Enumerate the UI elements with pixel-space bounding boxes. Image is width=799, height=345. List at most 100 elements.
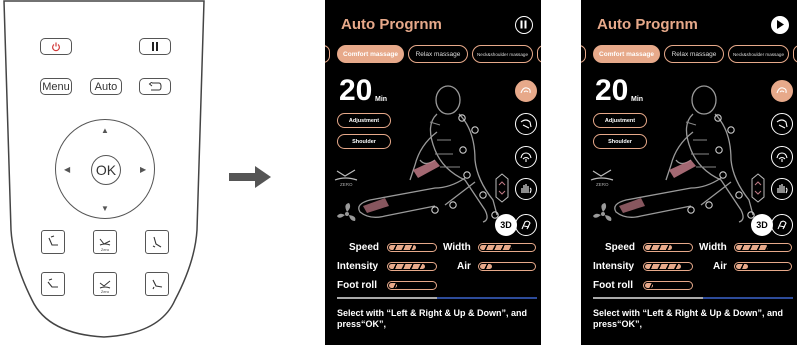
roller-mode-2-button[interactable] <box>771 113 793 135</box>
progress-fill <box>337 297 437 299</box>
tab-neck-shoulder-massage[interactable]: Neck&shoulder massage <box>472 45 533 63</box>
program-tabs: Comfort massage Relax massage Neck&shoul… <box>325 45 541 63</box>
intensity-label: Intensity <box>337 261 379 272</box>
play-pause-button[interactable] <box>515 16 533 34</box>
slider-fill <box>645 264 682 269</box>
roller-mode-4-button[interactable] <box>771 178 793 200</box>
foot-roll-slider[interactable] <box>387 281 437 290</box>
legrest-up-button[interactable] <box>145 230 169 254</box>
3d-button[interactable]: 3D <box>751 214 773 236</box>
backrest-up-button[interactable] <box>41 230 65 254</box>
recline-icon <box>48 235 58 246</box>
intensity-label: Intensity <box>593 261 635 272</box>
tapping-icon <box>776 119 788 129</box>
pause-icon <box>520 20 527 29</box>
foot-roll-slider[interactable] <box>643 281 693 290</box>
massage-chair-illustration <box>334 85 499 223</box>
auto-button[interactable]: Auto <box>90 78 122 95</box>
power-icon <box>52 42 60 51</box>
program-tabs: Comfort massage Relax massage Neck&shoul… <box>581 45 797 63</box>
roller-mode-1-button[interactable] <box>771 80 793 102</box>
ok-button[interactable]: OK <box>91 155 121 185</box>
rolling-icon <box>776 152 788 162</box>
3d-button[interactable]: 3D <box>495 214 517 236</box>
roller-mode-1-button[interactable] <box>515 80 537 102</box>
roller-mode-5-button[interactable] <box>771 214 793 236</box>
hand-icon <box>777 184 788 194</box>
roller-mode-3-button[interactable] <box>771 146 793 168</box>
foot-roll-label: Foot roll <box>337 280 377 291</box>
speed-slider[interactable] <box>643 243 693 252</box>
fan-icon <box>593 203 612 221</box>
kneading-icon <box>776 87 787 94</box>
instruction-text: Select with “Left & Right & Up & Down”, … <box>337 308 527 329</box>
roller-mode-4-button[interactable] <box>515 178 537 200</box>
fan-icon <box>337 203 356 221</box>
tapping-icon <box>520 119 532 129</box>
legrest-icon <box>152 236 162 248</box>
air-label: Air <box>713 261 727 272</box>
play-pause-button[interactable] <box>771 16 789 34</box>
intensity-slider[interactable] <box>643 262 693 271</box>
tab-prev-edge[interactable] <box>325 45 330 63</box>
screen-auto-program-playing: Auto Progrnm Comfort massage Relax massa… <box>581 0 797 345</box>
instruction-text: Select with “Left & Right & Up & Down”, … <box>593 308 783 329</box>
slider-fill <box>736 245 768 250</box>
zero-gravity-icon <box>334 169 358 181</box>
up-arrow-icon[interactable]: ▲ <box>101 126 109 135</box>
screen-title: Auto Progrnm <box>341 16 442 33</box>
zero-label: ZERO <box>340 182 353 187</box>
roller-mode-5-button[interactable] <box>515 214 537 236</box>
tab-relax-massage[interactable]: Relax massage <box>408 45 468 63</box>
tab-next-edge[interactable] <box>537 45 541 63</box>
program-progress-bar <box>337 297 537 299</box>
play-icon <box>777 20 784 29</box>
tab-comfort-massage[interactable]: Comfort massage <box>337 45 404 63</box>
menu-button[interactable]: Menu <box>40 78 72 95</box>
zero-label: Zero <box>100 247 110 252</box>
shiatsu-icon <box>521 220 531 230</box>
intensity-slider[interactable] <box>387 262 437 271</box>
hand-icon <box>521 184 532 194</box>
zero-label-2: Zero <box>100 289 110 294</box>
tab-next-edge[interactable] <box>793 45 797 63</box>
slider-fill <box>389 283 397 288</box>
screen-auto-program-paused: Auto Progrnm Comfort massage Relax massa… <box>325 0 541 345</box>
back-button[interactable] <box>139 78 171 95</box>
width-label: Width <box>699 242 727 253</box>
slider-fill <box>389 245 416 250</box>
legrest-down-icon <box>152 279 163 290</box>
left-arrow-icon[interactable]: ◀ <box>64 165 70 174</box>
slider-fill <box>736 264 748 269</box>
width-slider[interactable] <box>478 243 536 252</box>
zero-label: ZERO <box>596 182 609 187</box>
down-arrow-icon[interactable]: ▼ <box>101 204 109 213</box>
pause-button[interactable] <box>139 38 171 55</box>
zero-gravity-2-button[interactable]: Zero <box>93 272 117 296</box>
zero-gravity-icon <box>590 169 614 181</box>
slider-fill <box>645 245 672 250</box>
tab-prev-edge[interactable] <box>581 45 586 63</box>
right-arrow-icon[interactable]: ▶ <box>140 165 146 174</box>
power-button[interactable] <box>40 38 72 55</box>
speed-slider[interactable] <box>387 243 437 252</box>
pause-icon <box>152 42 158 51</box>
roller-mode-3-button[interactable] <box>515 146 537 168</box>
kneading-icon <box>520 87 531 94</box>
back-area-icon <box>495 173 509 203</box>
program-progress-bar <box>593 297 793 299</box>
tab-relax-massage[interactable]: Relax massage <box>664 45 724 63</box>
tab-comfort-massage[interactable]: Comfort massage <box>593 45 660 63</box>
legrest-down-button[interactable] <box>145 272 169 296</box>
slider-fill <box>645 283 653 288</box>
air-slider[interactable] <box>734 262 792 271</box>
zero-gravity-button[interactable]: Zero <box>93 230 117 254</box>
progress-fill <box>593 297 703 299</box>
air-slider[interactable] <box>478 262 536 271</box>
tab-neck-shoulder-massage[interactable]: Neck&shoulder massage <box>728 45 789 63</box>
return-icon <box>148 82 162 91</box>
roller-mode-2-button[interactable] <box>515 113 537 135</box>
width-slider[interactable] <box>734 243 792 252</box>
direction-pad: ▲ ▼ ◀ ▶ OK <box>55 119 155 219</box>
backrest-down-button[interactable] <box>41 272 65 296</box>
